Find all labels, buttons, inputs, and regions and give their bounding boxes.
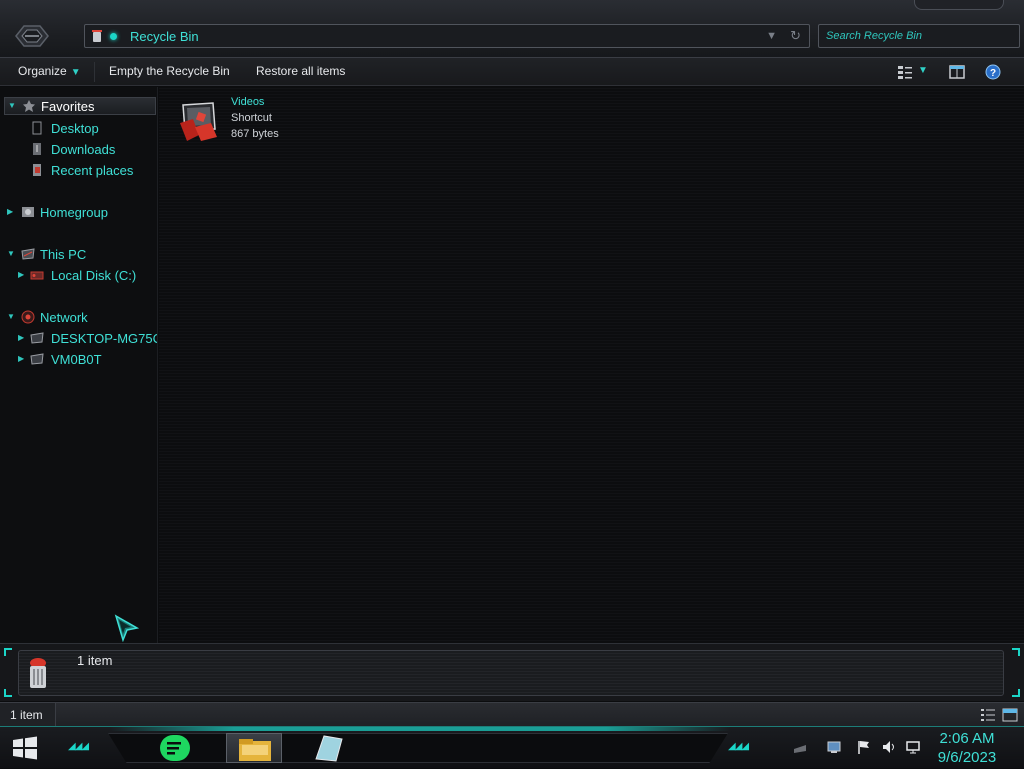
network-tray-icon[interactable] (826, 739, 842, 755)
preview-pane-icon[interactable] (948, 63, 966, 81)
expand-arrow-icon[interactable]: ▼ (7, 312, 15, 321)
command-bar: Organize ▼ Empty the Recycle Bin Restore … (0, 58, 1024, 86)
nav-label: This PC (40, 247, 87, 262)
view-dropdown-icon[interactable]: ▼ (918, 65, 928, 76)
change-view-icon[interactable] (896, 63, 914, 81)
frame-corner (1012, 689, 1020, 697)
nav-item-favorites[interactable]: ▼ Favorites (4, 97, 156, 115)
computer-icon (21, 248, 35, 260)
recycle-bin-icon (30, 658, 46, 688)
expand-arrow-icon[interactable]: ▼ (7, 249, 15, 258)
homegroup-icon (22, 207, 34, 217)
file-list[interactable]: Videos Shortcut 867 bytes (159, 87, 1024, 643)
network-icon (21, 310, 35, 324)
view-controls: ▼ ? (896, 63, 1016, 81)
network-computer-icon (30, 353, 44, 365)
volume-icon[interactable] (881, 739, 897, 755)
expand-arrow-icon[interactable]: ▶ (7, 207, 13, 216)
address-bar[interactable]: Recycle Bin ▼ ↻ (84, 24, 810, 48)
favorites-icon (23, 100, 35, 112)
expand-arrow-icon[interactable]: ▶ (18, 354, 24, 363)
restore-all-items-button[interactable]: Restore all items (256, 64, 345, 78)
notes-taskbar-button[interactable] (300, 733, 356, 763)
system-clock[interactable]: 2:06 AM 9/6/2023 (932, 729, 1002, 767)
details-item-count: 1 item (77, 653, 113, 668)
network-computer-icon (30, 332, 44, 344)
nav-label: DESKTOP-MG75C (51, 331, 158, 346)
downloads-icon (33, 143, 41, 155)
expand-arrow-icon[interactable]: ▶ (18, 270, 24, 279)
frame-corner (4, 689, 12, 697)
mouse-cursor-icon (114, 614, 139, 642)
taskbar-decor-arrows-icon: ◢◢◢ (728, 741, 749, 752)
file-size: 867 bytes (231, 128, 279, 140)
nav-label: Downloads (51, 142, 116, 157)
explorer-window: Recycle Bin ▼ ↻ Search Recycle Bin Organ… (0, 0, 1024, 768)
nav-label: Local Disk (C:) (51, 268, 137, 283)
spotify-icon[interactable] (146, 733, 204, 763)
nav-label: Homegroup (40, 205, 108, 220)
drive-icon (30, 271, 44, 280)
search-placeholder: Search Recycle Bin (826, 30, 922, 42)
address-dropdown-icon[interactable]: ▼ (766, 30, 777, 42)
file-item[interactable]: Videos Shortcut 867 bytes (177, 95, 317, 151)
details-panel: 1 item (18, 650, 1004, 696)
file-type: Shortcut (231, 112, 272, 124)
notes-icon (315, 735, 343, 762)
chevron-down-icon: ▼ (70, 67, 81, 78)
taskbar: ◢◢◢ ◢◢◢ 2:06 AM 9/6/2023 (0, 726, 1024, 768)
flag-icon[interactable] (856, 739, 872, 755)
divider (94, 62, 95, 82)
organize-button[interactable]: Organize ▼ (18, 64, 81, 78)
recycle-bin-icon (92, 30, 102, 42)
help-icon[interactable]: ? (984, 63, 1002, 81)
expand-arrow-icon[interactable]: ▼ (8, 101, 16, 110)
display-icon[interactable] (905, 739, 921, 755)
nav-label: Network (40, 310, 88, 325)
folder-icon (239, 739, 271, 761)
file-name: Videos (231, 96, 265, 108)
expand-arrow-icon[interactable]: ▶ (18, 333, 24, 342)
frame-corner (1012, 648, 1020, 656)
clock-date: 9/6/2023 (937, 749, 997, 766)
status-item-count: 1 item (0, 703, 56, 727)
windows-start-icon[interactable] (12, 736, 38, 760)
status-bar: 1 item (0, 702, 1024, 727)
location-indicator-icon (110, 33, 117, 40)
clock-time: 2:06 AM (939, 730, 995, 747)
desktop-icon (32, 121, 42, 135)
organize-label: Organize (18, 64, 67, 78)
shortcut-icon (180, 102, 217, 141)
svg-text:?: ? (990, 68, 996, 79)
frame-corner (4, 648, 12, 656)
taskbar-glow (110, 727, 730, 731)
search-input[interactable]: Search Recycle Bin (818, 24, 1020, 48)
address-text: Recycle Bin (130, 29, 199, 44)
nav-label: Favorites (41, 99, 95, 114)
nav-label: Recent places (51, 163, 134, 178)
show-hidden-icons-icon[interactable] (792, 739, 808, 755)
recent-places-icon (33, 164, 41, 176)
details-pane: 1 item (0, 643, 1024, 701)
details-view-icon[interactable] (980, 708, 996, 722)
nav-label: VM0B0T (51, 352, 102, 367)
title-bar: Recycle Bin ▼ ↻ Search Recycle Bin (0, 0, 1024, 58)
refresh-icon[interactable]: ↻ (790, 28, 801, 44)
empty-recycle-bin-button[interactable]: Empty the Recycle Bin (109, 64, 230, 78)
navigation-pane: ▼ Favorites Desktop Downloads Recent pla… (0, 87, 158, 643)
nav-label: Desktop (51, 121, 99, 136)
file-explorer-taskbar-button[interactable] (226, 733, 282, 763)
back-forward-button[interactable] (14, 22, 50, 50)
taskbar-decor-arrows-icon: ◢◢◢ (68, 741, 89, 752)
window-frame-notch (914, 0, 1004, 10)
large-icons-view-icon[interactable] (1002, 708, 1018, 722)
